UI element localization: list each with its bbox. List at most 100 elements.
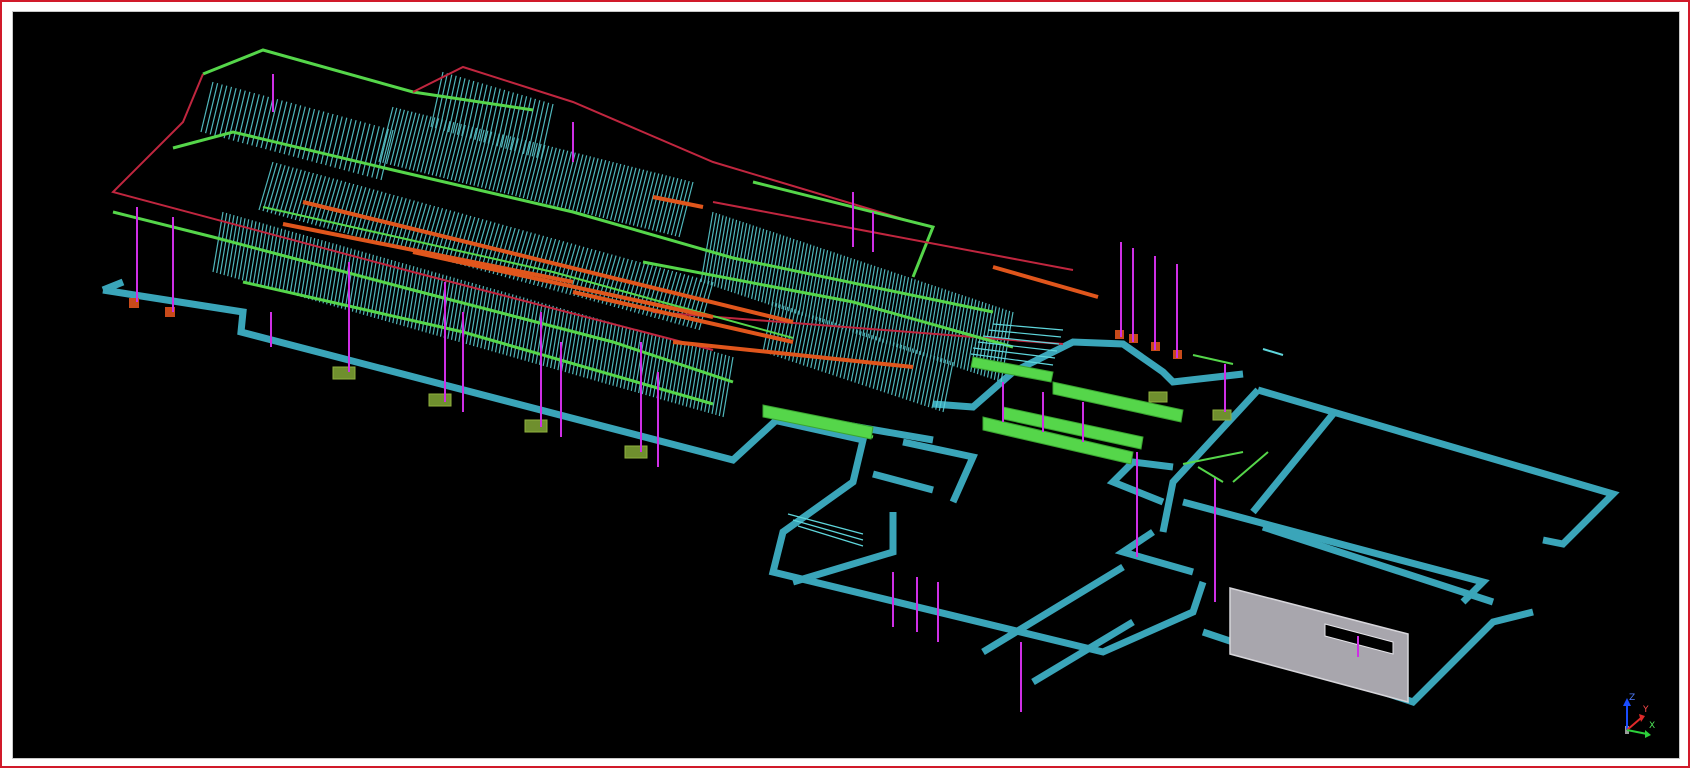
joist	[598, 161, 614, 218]
axis-y-line	[1626, 717, 1642, 731]
joist	[465, 128, 481, 184]
footing	[624, 445, 648, 459]
footing	[524, 419, 548, 433]
frame-mid-beam	[172, 130, 994, 314]
joist	[651, 175, 667, 231]
joist	[405, 113, 421, 169]
joist	[798, 244, 812, 315]
joist	[811, 248, 825, 320]
footing	[332, 366, 356, 380]
joist	[484, 133, 500, 189]
joist	[640, 172, 656, 228]
joist	[443, 122, 459, 179]
joist	[568, 154, 584, 210]
joist	[200, 81, 214, 133]
joist	[587, 159, 603, 215]
joist	[386, 108, 402, 165]
joist	[591, 160, 607, 216]
joist	[375, 128, 389, 179]
wall-middle-inner-2	[872, 470, 934, 494]
joist	[499, 137, 516, 193]
joist	[788, 241, 802, 312]
joist	[343, 120, 357, 171]
window-frame: Z Y X	[0, 0, 1690, 768]
joist	[366, 126, 380, 177]
joist	[845, 260, 859, 331]
joist	[818, 251, 832, 322]
joist	[473, 130, 489, 186]
joist	[334, 117, 348, 168]
joist	[659, 177, 675, 233]
joist	[885, 273, 899, 344]
joist	[209, 84, 223, 135]
wall-right-stub-2	[1114, 529, 1194, 576]
joist	[488, 134, 504, 190]
joist	[801, 245, 815, 316]
joist	[348, 121, 362, 172]
joist	[610, 164, 626, 221]
joist	[648, 174, 664, 230]
joist	[522, 142, 538, 199]
wall-middle-diag-2	[1031, 618, 1135, 686]
joist	[889, 274, 903, 346]
joist	[515, 141, 531, 197]
joist	[594, 160, 611, 217]
joist	[670, 179, 686, 236]
frame-right-top	[712, 201, 1074, 271]
joist	[416, 116, 432, 172]
joist	[218, 86, 233, 138]
joist	[667, 179, 683, 235]
joist	[549, 149, 565, 205]
model-viewport[interactable]: Z Y X	[12, 11, 1680, 759]
joist	[420, 117, 436, 173]
joist	[541, 147, 557, 203]
joist	[511, 140, 527, 196]
structural-model-scene[interactable]	[13, 12, 1680, 759]
joist	[361, 124, 376, 176]
joist	[828, 254, 842, 325]
joist	[397, 111, 413, 167]
orientation-gizmo[interactable]: Z Y X	[1603, 690, 1657, 744]
axis-x-line	[1626, 729, 1648, 735]
wall-right-vertical	[1250, 411, 1336, 515]
joist	[842, 259, 856, 330]
joist	[496, 136, 512, 192]
joist	[629, 169, 645, 225]
wall-right-outer	[1257, 386, 1620, 548]
wall-right-stub	[1106, 458, 1174, 506]
joist	[644, 173, 660, 229]
axis-triad[interactable]: Z Y X	[1603, 690, 1657, 744]
joist	[382, 107, 398, 164]
joist	[855, 263, 869, 334]
joist	[223, 88, 237, 139]
joist	[613, 165, 629, 222]
joist	[214, 85, 228, 136]
joist	[338, 118, 353, 170]
joist	[469, 129, 485, 185]
axis-y-label: Y	[1642, 705, 1649, 715]
wall-right-inner-2	[1261, 523, 1495, 606]
joist	[882, 272, 896, 343]
joist	[771, 235, 785, 306]
axis-z-label: Z	[1629, 693, 1635, 703]
joist	[858, 264, 872, 335]
joist	[401, 112, 417, 168]
joist	[439, 122, 455, 178]
joist	[518, 141, 535, 198]
joist	[912, 282, 926, 353]
joist	[458, 126, 474, 183]
joist	[899, 278, 913, 349]
joist	[663, 178, 679, 234]
beam	[992, 265, 1099, 299]
joist	[556, 151, 573, 207]
pile-cap	[1115, 330, 1124, 339]
joist	[389, 109, 405, 165]
joist	[461, 127, 478, 184]
joist	[378, 106, 394, 163]
joist	[632, 170, 648, 226]
joist	[393, 110, 409, 166]
joist	[625, 168, 641, 224]
beam	[652, 195, 704, 209]
joist	[545, 148, 561, 204]
joist	[902, 279, 916, 350]
